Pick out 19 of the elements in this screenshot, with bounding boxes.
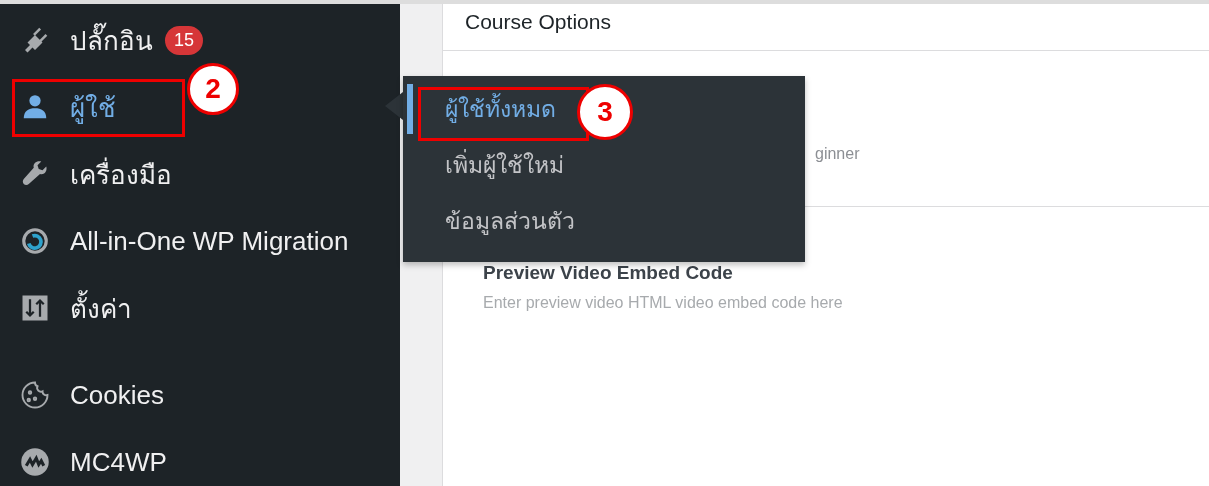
step-number: 2 xyxy=(187,63,239,115)
refresh-icon xyxy=(20,226,50,256)
sliders-icon xyxy=(20,293,50,323)
sidebar-item[interactable]: ตั้งค่า xyxy=(0,278,142,338)
field-hint: Enter preview video HTML video embed code here xyxy=(483,294,843,312)
count-badge: 15 xyxy=(165,25,204,55)
logo-icon xyxy=(20,447,50,477)
sidebar-item[interactable]: All-in-One WP Migration xyxy=(0,211,359,271)
cookie-icon xyxy=(20,380,50,410)
sidebar-item[interactable]: MC4WP xyxy=(0,432,177,486)
sidebar-item[interactable]: เครื่องมือ xyxy=(0,144,182,204)
field-value: ginner xyxy=(815,145,860,162)
step-number: 3 xyxy=(577,84,633,140)
sidebar-item[interactable]: ผู้ใช้ xyxy=(0,77,126,137)
card-title: Course Options xyxy=(443,4,1209,51)
submenu-item[interactable]: เพิ่มผู้ใช้ใหม่ xyxy=(407,140,805,190)
field-label: Preview Video Embed Code xyxy=(483,262,733,284)
sidebar-item[interactable]: Cookies xyxy=(0,365,174,425)
submenu-item[interactable]: ข้อมูลส่วนตัว xyxy=(407,196,805,246)
